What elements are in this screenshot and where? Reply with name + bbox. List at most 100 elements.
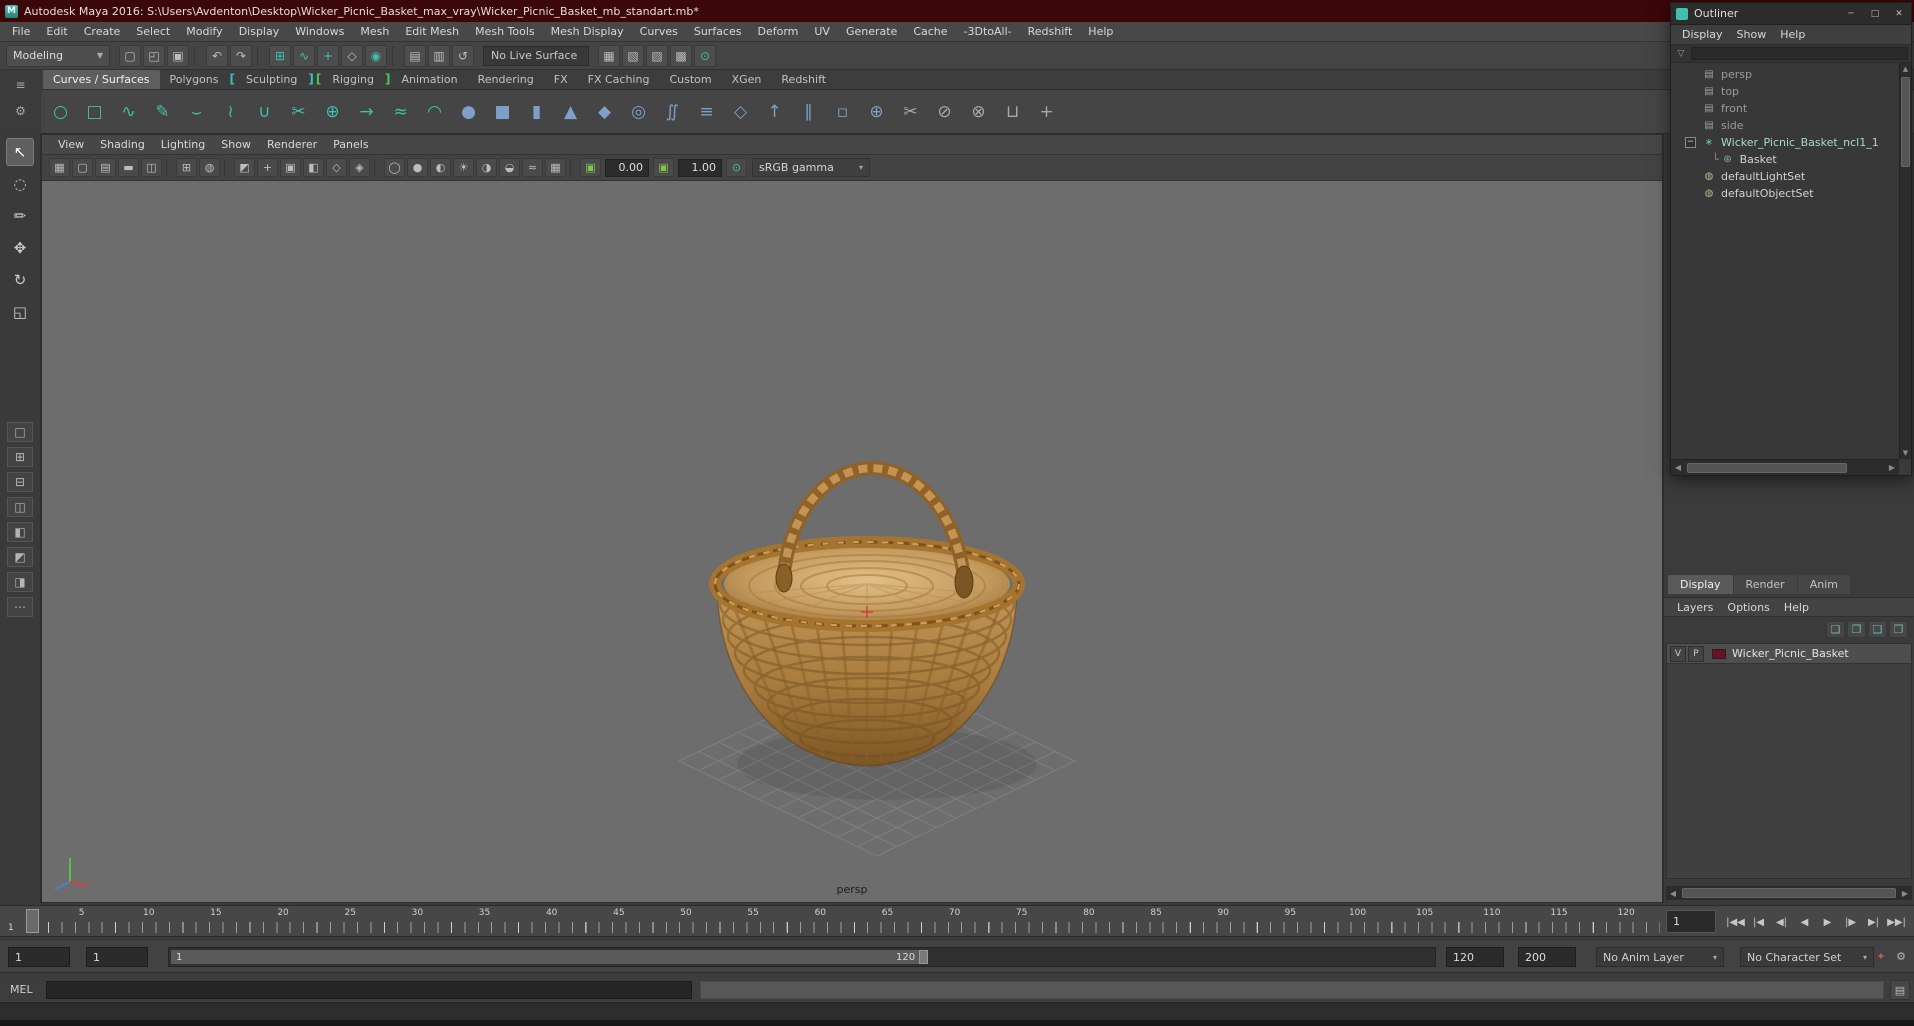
pencil-curve-tool-icon[interactable]: ✎ <box>147 96 178 127</box>
scale-tool[interactable]: ◱ <box>6 298 34 326</box>
selection-mask-render-icon[interactable]: ▩ <box>670 44 692 67</box>
isolate-select-icon[interactable]: ◩ <box>234 158 255 177</box>
layout-three-pane-left[interactable]: ◩ <box>7 547 33 567</box>
layer-menu-options[interactable]: Options <box>1720 599 1776 616</box>
snap-to-point-icon[interactable]: + <box>317 44 339 67</box>
layout-three-pane-top[interactable]: ◧ <box>7 522 33 542</box>
anim-layer-dropdown[interactable]: No Anim Layer ▾ <box>1596 947 1724 967</box>
layer-playback-toggle[interactable]: P <box>1688 645 1704 662</box>
loft-icon[interactable]: ≡ <box>691 96 722 127</box>
gamma-icon[interactable]: ▣ <box>653 158 674 177</box>
insert-isoparm-icon[interactable]: + <box>1031 96 1062 127</box>
bookmarks-icon[interactable]: ▬ <box>118 158 139 177</box>
planar-icon[interactable]: ◇ <box>725 96 756 127</box>
layer-menu-layers[interactable]: Layers <box>1670 599 1720 616</box>
nurbs-cylinder-icon[interactable]: ▮ <box>521 96 552 127</box>
layer-row-wicker-picnic-basket[interactable]: V P Wicker_Picnic_Basket <box>1667 644 1911 664</box>
layout-single-pane[interactable]: □ <box>7 422 33 442</box>
shelf-bracket[interactable]: ] <box>384 69 391 89</box>
menu-3dtoall[interactable]: -3DtoAll- <box>956 23 1020 40</box>
menu-uv[interactable]: UV <box>806 23 838 40</box>
tab-display[interactable]: Display <box>1668 575 1733 594</box>
panel-menu-lighting[interactable]: Lighting <box>153 136 213 153</box>
move-tool[interactable]: ✥ <box>6 234 34 262</box>
menu-mesh-tools[interactable]: Mesh Tools <box>467 23 543 40</box>
attach-surfaces-icon[interactable]: ⊔ <box>997 96 1028 127</box>
command-line-mode-label[interactable]: MEL <box>10 983 33 996</box>
toolbar-icon[interactable] <box>194 45 201 66</box>
menu-redshift[interactable]: Redshift <box>1020 23 1081 40</box>
expand-toggle-icon[interactable] <box>1685 69 1696 80</box>
panel-menu-renderer[interactable]: Renderer <box>259 136 325 153</box>
filter-icon[interactable]: ▽ <box>1674 49 1688 59</box>
menu-surfaces[interactable]: Surfaces <box>686 23 750 40</box>
redo-icon[interactable]: ↷ <box>230 44 252 67</box>
input-connections-icon[interactable]: ▤ <box>404 44 426 67</box>
shelf-tab-custom[interactable]: Custom <box>659 70 721 89</box>
shadows-icon[interactable]: ◑ <box>476 158 497 177</box>
selection-mask-component-icon[interactable]: ▨ <box>646 44 668 67</box>
outliner-item-side[interactable]: ▤ side <box>1671 117 1899 134</box>
offset-curve-icon[interactable]: ≈ <box>385 96 416 127</box>
animation-preferences-icon[interactable]: ⚙ <box>1892 947 1910 965</box>
minimize-button[interactable]: ─ <box>1839 6 1863 22</box>
camera-attributes-icon[interactable]: ▤ <box>95 158 116 177</box>
scroll-right-icon[interactable]: ▶ <box>1885 461 1899 475</box>
bezier-curve-tool-icon[interactable]: ⌣ <box>181 96 212 127</box>
shelf-tab-fx-caching[interactable]: FX Caching <box>578 70 660 89</box>
gamma-field[interactable]: 1.00 <box>678 158 722 177</box>
ep-curve-tool-icon[interactable]: ∿ <box>113 96 144 127</box>
detach-curves-icon[interactable]: ✂ <box>283 96 314 127</box>
tab-render[interactable]: Render <box>1733 575 1797 594</box>
play-backward-button[interactable]: ◀ <box>1793 910 1816 934</box>
selection-mask-hierarchy-icon[interactable]: ▦ <box>598 44 620 67</box>
nurbs-square-icon[interactable]: □ <box>79 96 110 127</box>
shelf-bracket[interactable]: [ <box>228 69 235 89</box>
menu-cache[interactable]: Cache <box>905 23 955 40</box>
menu-windows[interactable]: Windows <box>287 23 352 40</box>
snap-to-grid-icon[interactable]: ⊞ <box>269 44 291 67</box>
expand-toggle-icon[interactable] <box>1685 103 1696 114</box>
nurbs-cone-icon[interactable]: ▲ <box>555 96 586 127</box>
safe-action-icon[interactable]: ◇ <box>326 158 347 177</box>
close-button[interactable]: ✕ <box>1887 6 1911 22</box>
create-layer-from-selected-icon[interactable]: ❒ <box>1889 621 1908 638</box>
construction-history-icon[interactable]: ↺ <box>452 44 474 67</box>
layer-menu-help[interactable]: Help <box>1777 599 1816 616</box>
outliner-search-input[interactable] <box>1691 47 1908 60</box>
scroll-right-icon[interactable]: ▶ <box>1898 886 1912 900</box>
shelf-tab-animation[interactable]: Animation <box>391 70 467 89</box>
menu-set-dropdown[interactable]: Modeling ▼ <box>6 44 110 67</box>
create-empty-layer-icon[interactable]: ❑ <box>1868 621 1887 638</box>
playback-start-field[interactable]: 1 <box>86 947 148 967</box>
current-frame-marker[interactable] <box>26 909 39 933</box>
snap-to-view-plane-icon[interactable]: ◇ <box>341 44 363 67</box>
menu-create[interactable]: Create <box>76 23 129 40</box>
outliner-item-wicker-picnic-basket-ncl1-1[interactable]: − ∗ Wicker_Picnic_Basket_ncl1_1 <box>1671 134 1899 151</box>
shelf-tab-redshift[interactable]: Redshift <box>771 70 836 89</box>
project-curve-icon[interactable]: ⊕ <box>861 96 892 127</box>
script-editor-icon[interactable]: ▤ <box>1890 980 1910 1000</box>
panel-toolbar-icon[interactable] <box>374 159 380 176</box>
playback-range-bar[interactable]: 1 120 <box>171 950 929 964</box>
shelf-tab-rigging[interactable]: Rigging <box>322 70 384 89</box>
scroll-up-icon[interactable]: ▲ <box>1900 63 1911 75</box>
view-transform-dropdown[interactable]: sRGB gamma ▾ <box>752 158 870 177</box>
outliner-item-persp[interactable]: ▤ persp <box>1671 66 1899 83</box>
range-end-handle[interactable] <box>919 950 929 964</box>
curve-fillet-icon[interactable]: ◠ <box>419 96 450 127</box>
animation-end-field[interactable]: 200 <box>1518 947 1576 967</box>
outliner-title-bar[interactable]: Outliner ─ □ ✕ <box>1671 3 1911 25</box>
shelf-tab-menu-icon[interactable]: ≡ <box>11 76 31 94</box>
outliner-vscrollbar[interactable]: ▲ ▼ <box>1899 63 1911 459</box>
nurbs-plane-icon[interactable]: ◆ <box>589 96 620 127</box>
nurbs-cube-icon[interactable]: ■ <box>487 96 518 127</box>
expand-toggle-icon[interactable] <box>1685 120 1696 131</box>
shelf-tab-fx[interactable]: FX <box>544 70 578 89</box>
shaded-icon[interactable]: ● <box>407 158 428 177</box>
new-scene-icon[interactable]: ▢ <box>119 44 141 67</box>
menu-curves[interactable]: Curves <box>632 23 686 40</box>
shelf-tab-sculpting[interactable]: Sculpting <box>236 70 307 89</box>
intersect-surfaces-icon[interactable]: ⊗ <box>963 96 994 127</box>
outliner-item-basket[interactable]: └ ⊛ Basket <box>1671 151 1899 168</box>
